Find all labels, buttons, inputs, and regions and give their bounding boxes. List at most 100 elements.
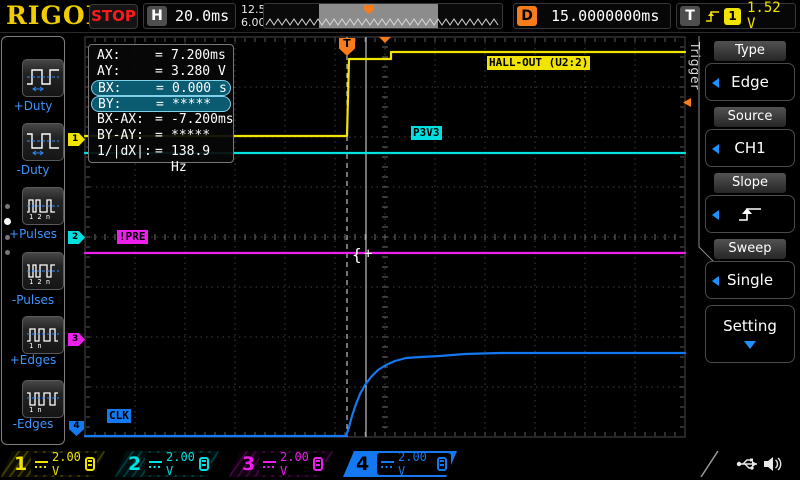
trigger-source-label: Source	[714, 107, 786, 127]
svg-text:1 n: 1 n	[29, 342, 42, 349]
minus-pulses-icon: 1 2 n	[27, 264, 59, 285]
cursor-measurement-panel: AX: = 7.200ms AY: = 3.280 V BX: = 0.000 …	[88, 44, 234, 175]
trigger-type-label: Type	[714, 41, 786, 61]
minus-edges-label: -Edges	[12, 417, 54, 431]
minus-duty-label: -Duty	[16, 163, 50, 177]
menu-page-dot	[5, 250, 10, 255]
plus-duty-button[interactable]	[22, 59, 64, 97]
cursor-row-value: -7.200ms	[171, 112, 234, 127]
cursor-row-value: 7.200ms	[171, 48, 226, 63]
menu-page-dot	[5, 235, 10, 240]
plus-pulses-label: +Pulses	[9, 227, 57, 241]
equals-sign: =	[155, 48, 163, 63]
trigger-level-value: 1.52 V	[747, 0, 781, 32]
left-arrow-icon	[712, 144, 719, 154]
waveform-overview-strip[interactable]	[263, 3, 503, 29]
plus-edges-button[interactable]: 1 n	[22, 316, 64, 354]
plus-pulses-button[interactable]: 1 2 n	[22, 187, 64, 225]
top-status-bar: RIGOL STOP H 20.0ms 12.5MSa/s 6.00M pts …	[0, 0, 800, 33]
horizontal-scale-box[interactable]: H 20.0ms	[143, 3, 236, 29]
trigger-delay-box[interactable]: D 15.0000000ms	[513, 3, 671, 29]
dc-coupling-icon	[149, 460, 162, 469]
bandwidth-limit-icon	[313, 457, 323, 471]
cursor-row-bxax: BX-AX: = -7.200ms	[89, 112, 234, 128]
plus-duty-icon	[27, 69, 59, 92]
cursor-row-value: 0.000 s	[172, 81, 227, 96]
ch1-net-label: HALL-OUT (U2:2)	[487, 56, 591, 70]
channel-4-chip-selected[interactable]: 4 2.00 V	[343, 451, 457, 477]
equals-sign: =	[156, 97, 164, 112]
bandwidth-limit-icon	[437, 457, 447, 471]
channel-2-chip[interactable]: 2 2.00 V	[115, 451, 219, 477]
cursor-row-byay: BY-AY: = *****	[89, 128, 233, 144]
channel-status-bar: 1 2.00 V 2 2.00 V 3 2.00 V 4 2.00 V	[0, 448, 800, 480]
delay-label: D	[517, 6, 537, 26]
cursor-row-value: *****	[171, 128, 211, 143]
cursor-row-label: BY-AY:	[97, 128, 144, 143]
channel-3-chip[interactable]: 3 2.00 V	[229, 451, 333, 477]
trigger-sweep-button[interactable]: Single	[705, 261, 795, 299]
cursor-row-label: 1/|dX|:	[97, 144, 152, 159]
trigger-sweep-value: Single	[726, 271, 774, 289]
trigger-status-box[interactable]: T 1 1.52 V	[676, 0, 796, 32]
dc-coupling-icon	[381, 460, 394, 469]
cursor-b-track-marker: {	[352, 245, 362, 264]
horizontal-label: H	[147, 6, 167, 26]
channel-number: 3	[242, 453, 256, 475]
channel-scale: 2.00 V	[52, 450, 81, 478]
equals-sign: =	[155, 128, 163, 143]
channel-number: 2	[128, 453, 142, 475]
cursor-row-label: AX:	[97, 48, 121, 63]
cursor-row-bx[interactable]: BX: = 0.000 s	[91, 80, 231, 96]
minus-edges-button[interactable]: 1 n	[22, 380, 64, 418]
plus-edges-icon: 1 n	[27, 328, 59, 349]
cursor-row-freq: 1/|dX|: = 138.9 Hz	[89, 144, 233, 175]
trigger-setting-button[interactable]: Setting	[705, 305, 795, 363]
cursor-row-value: *****	[172, 97, 212, 112]
channel-number: 4	[356, 453, 370, 475]
speaker-icon	[764, 457, 782, 471]
equals-sign: =	[156, 81, 164, 96]
cursor-row-label: BX-AX:	[97, 112, 144, 127]
trigger-setting-label: Setting	[723, 317, 777, 335]
waveform-overview-icon	[265, 4, 499, 28]
minus-pulses-button[interactable]: 1 2 n	[22, 252, 64, 290]
trigger-type-value: Edge	[731, 73, 769, 91]
down-arrow-icon	[744, 341, 756, 349]
menu-page-dot-active	[4, 218, 11, 225]
trigger-slope-button[interactable]	[705, 195, 795, 233]
cursor-row-ay: AY: = 3.280 V	[89, 64, 233, 80]
trigger-type-button[interactable]: Edge	[705, 63, 795, 101]
channel-1-chip[interactable]: 1 2.00 V	[1, 451, 105, 477]
run-state-badge[interactable]: STOP	[89, 4, 138, 29]
ch2-net-label: P3V3	[411, 126, 442, 140]
channel-scale: 2.00 V	[398, 450, 427, 478]
channel-number: 1	[14, 453, 28, 475]
cursor-row-value: 3.280 V	[171, 64, 226, 79]
left-arrow-icon	[712, 276, 719, 286]
svg-text:1 2 n: 1 2 n	[29, 278, 50, 285]
cursor-row-by[interactable]: BY: = *****	[91, 96, 231, 112]
trigger-label: T	[680, 6, 700, 26]
ch3-net-label: !PRE	[117, 230, 148, 244]
channel-scale: 2.00 V	[280, 450, 309, 478]
plus-duty-label: +Duty	[13, 99, 53, 113]
usb-icon	[736, 458, 757, 470]
plus-pulses-icon: 1 2 n	[27, 199, 59, 220]
rising-slope-icon	[706, 11, 719, 22]
equals-sign: =	[155, 112, 163, 127]
minus-edges-icon: 1 n	[27, 392, 59, 413]
dc-coupling-icon	[35, 460, 48, 469]
bandwidth-limit-icon	[199, 457, 209, 471]
trigger-source-badge: 1	[724, 7, 741, 25]
cursor-row-label: BY:	[98, 97, 122, 112]
minus-duty-button[interactable]	[22, 123, 64, 161]
trigger-source-button[interactable]: CH1	[705, 129, 795, 167]
trigger-slope-label: Slope	[714, 173, 786, 193]
menu-page-dot	[5, 204, 10, 209]
cursor-row-ax: AX: = 7.200ms	[89, 48, 233, 64]
svg-text:1 n: 1 n	[29, 406, 42, 413]
trigger-source-value: CH1	[734, 139, 766, 157]
minus-pulses-label: -Pulses	[11, 293, 55, 307]
cursor-row-label: BX:	[98, 81, 122, 96]
